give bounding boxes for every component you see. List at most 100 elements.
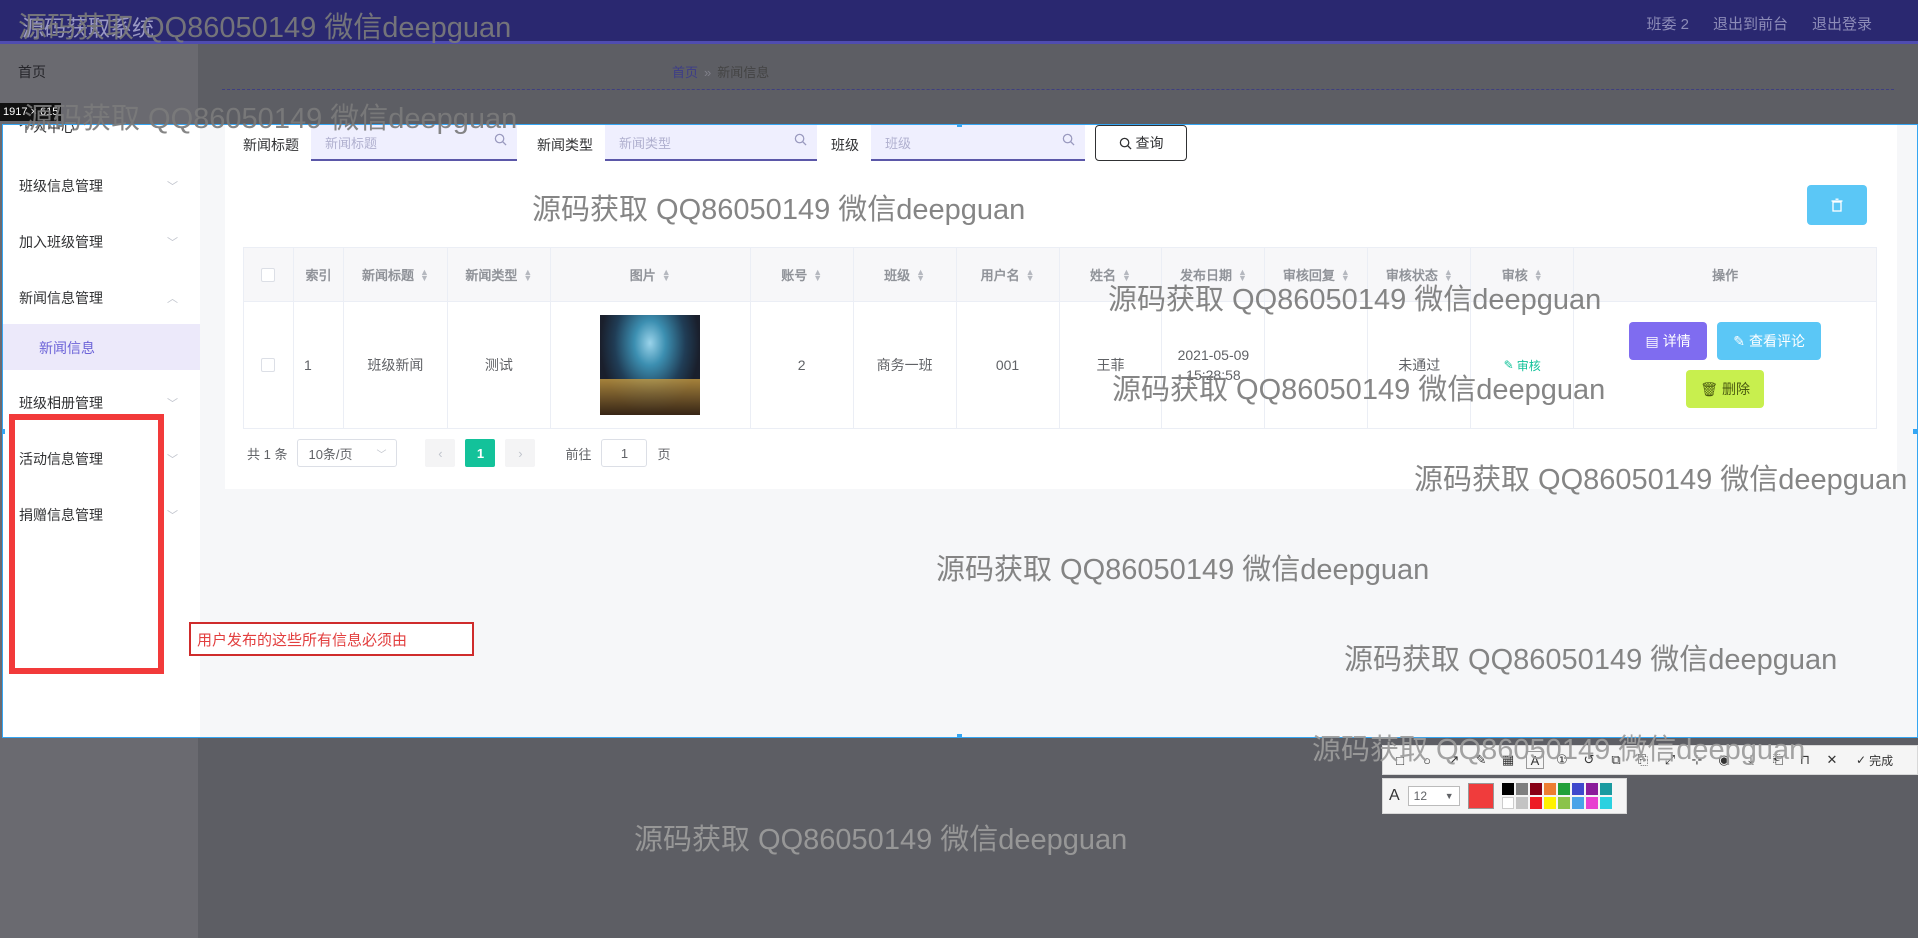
sort-icon[interactable]: ▲ ▼ bbox=[1026, 267, 1035, 282]
resize-handle[interactable] bbox=[957, 734, 962, 737]
color-swatch[interactable] bbox=[1585, 783, 1598, 795]
chevron-left-icon: ‹ bbox=[438, 445, 443, 461]
sort-icon[interactable]: ▲ ▼ bbox=[662, 267, 671, 282]
detail-icon: ▤ bbox=[1645, 332, 1659, 349]
annotation-rectangle[interactable] bbox=[9, 414, 164, 674]
header-cell[interactable]: 用户名 ▲ ▼ bbox=[957, 248, 1060, 301]
header-cell[interactable]: 新闻类型 ▲ ▼ bbox=[448, 248, 551, 301]
font-size-select[interactable]: 12 ▼ bbox=[1407, 786, 1460, 806]
breadcrumb-home[interactable]: 首页 bbox=[672, 65, 698, 80]
check-icon: ✓ bbox=[1856, 753, 1867, 767]
detail-button-label: 详情 bbox=[1662, 333, 1691, 349]
page-size-value: 10条/页 bbox=[308, 446, 353, 462]
breadcrumb: 首页 » 新闻信息 bbox=[672, 62, 769, 81]
delete-button[interactable]: 🗑︎ 删除 bbox=[1686, 370, 1765, 408]
close-icon[interactable]: ✕ bbox=[1823, 751, 1841, 769]
sidebar-item-class-info[interactable]: 班级信息管理 bbox=[19, 176, 103, 196]
breadcrumb-separator: » bbox=[704, 65, 712, 80]
page-size-select[interactable]: 10条/页 ﹀ bbox=[297, 439, 398, 467]
view-comments-button[interactable]: ✎ 查看评论 bbox=[1717, 322, 1822, 360]
cell-image bbox=[551, 302, 751, 428]
triangle-down-icon: ▼ bbox=[1444, 791, 1454, 801]
header-select-all[interactable] bbox=[244, 248, 294, 301]
query-button-label: 查询 bbox=[1135, 135, 1164, 151]
pagination-total: 共 1 条 bbox=[247, 446, 288, 462]
sort-icon[interactable]: ▲ ▼ bbox=[523, 267, 532, 282]
sidebar-item-album[interactable]: 班级相册管理 bbox=[19, 393, 103, 413]
color-swatch[interactable] bbox=[1501, 797, 1514, 809]
batch-delete-button[interactable] bbox=[1807, 185, 1867, 225]
header-cell[interactable]: 图片 ▲ ▼ bbox=[551, 248, 751, 301]
color-swatch[interactable] bbox=[1599, 783, 1612, 795]
color-swatch[interactable] bbox=[1515, 783, 1528, 795]
top-links: 班委 2 退出到前台 退出登录 bbox=[1646, 13, 1872, 34]
header-cell: 操作 bbox=[1574, 248, 1876, 301]
sidebar-item-join-class[interactable]: 加入班级管理 bbox=[19, 232, 103, 252]
cell-name: 王菲 bbox=[1060, 302, 1163, 428]
user-role-link[interactable]: 班委 2 bbox=[1646, 13, 1689, 34]
resize-handle[interactable] bbox=[957, 125, 962, 127]
query-button[interactable]: 查询 bbox=[1095, 125, 1187, 161]
cell-reply bbox=[1265, 302, 1369, 428]
row-select[interactable] bbox=[244, 302, 294, 428]
search-input-class[interactable]: 班级 bbox=[871, 125, 1085, 161]
checkbox[interactable] bbox=[261, 358, 276, 372]
sidebar-item-home[interactable]: 首页 bbox=[18, 62, 46, 82]
header-cell[interactable]: 新闻标题 ▲ ▼ bbox=[344, 248, 448, 301]
font-icon: A bbox=[1389, 787, 1400, 804]
sidebar-item-news[interactable]: 新闻信息管理 bbox=[19, 288, 103, 308]
checkbox[interactable] bbox=[261, 267, 276, 282]
color-swatch[interactable] bbox=[1529, 783, 1542, 795]
color-swatch[interactable] bbox=[1557, 783, 1570, 795]
color-swatch[interactable] bbox=[1557, 797, 1570, 809]
detail-button[interactable]: ▤ 详情 bbox=[1629, 322, 1708, 360]
search-label-class: 班级 bbox=[831, 137, 859, 153]
header-label: 账号 bbox=[781, 268, 808, 283]
search-icon bbox=[1062, 133, 1075, 146]
annotation-text-input[interactable]: 用户发布的这些所有信息必须由 bbox=[189, 622, 474, 656]
watermark: 源码获取 QQ86050149 微信deepguan bbox=[532, 194, 1026, 226]
watermark: 源码获取 QQ86050149 微信deepguan bbox=[1344, 644, 1838, 676]
page-number[interactable]: 1 bbox=[465, 439, 496, 467]
done-button[interactable]: ✓ 完成 bbox=[1856, 752, 1893, 769]
color-swatch[interactable] bbox=[1599, 797, 1612, 809]
sort-icon[interactable]: ▲ ▼ bbox=[916, 267, 925, 282]
color-swatch[interactable] bbox=[1571, 783, 1584, 795]
sort-icon[interactable]: ▲ ▼ bbox=[420, 267, 429, 282]
color-swatch[interactable] bbox=[1501, 783, 1514, 795]
logout-link[interactable]: 退出登录 bbox=[1812, 13, 1872, 34]
goto-page-input[interactable]: 1 bbox=[601, 439, 648, 467]
audit-link[interactable]: ✎ 审核 bbox=[1471, 302, 1575, 428]
chevron-down-icon: ﹀ bbox=[167, 237, 178, 249]
color-swatch[interactable] bbox=[1585, 797, 1598, 809]
goto-prefix: 前往 bbox=[565, 446, 592, 462]
color-swatch[interactable] bbox=[1543, 797, 1556, 809]
watermark: 源码获取 QQ86050149 微信deepguan bbox=[1312, 734, 1806, 766]
watermark: 源码获取 QQ86050149 微信deepguan bbox=[1108, 284, 1602, 316]
trash-icon bbox=[1831, 198, 1843, 212]
resize-handle[interactable] bbox=[3, 429, 5, 434]
delete-button-label: 删除 bbox=[1721, 381, 1750, 397]
header-cell[interactable]: 班级 ▲ ▼ bbox=[854, 248, 957, 301]
resize-handle[interactable] bbox=[1913, 429, 1917, 434]
edit-icon: ✎ bbox=[1733, 332, 1745, 349]
watermark: 源码获取 QQ86050149 微信deepguan bbox=[1112, 374, 1606, 406]
cell-class: 商务一班 bbox=[854, 302, 957, 428]
sort-icon[interactable]: ▲ ▼ bbox=[813, 267, 822, 282]
header-cell[interactable]: 账号 ▲ ▼ bbox=[751, 248, 854, 301]
news-table: 索引 新闻标题 ▲ ▼ 新闻类型 ▲ ▼ 图片 ▲ ▼ 账号 ▲ ▼ 班级 ▲ ▼ 用户名 ▲ ▼ 姓名… bbox=[243, 247, 1877, 429]
color-swatch[interactable] bbox=[1543, 783, 1556, 795]
back-to-front-link[interactable]: 退出到前台 bbox=[1713, 13, 1788, 34]
color-swatch[interactable] bbox=[1571, 797, 1584, 809]
cell-type: 测试 bbox=[448, 302, 551, 428]
chevron-down-icon: ﹀ bbox=[167, 454, 178, 466]
prev-page-button[interactable]: ‹ bbox=[425, 439, 456, 467]
color-swatch[interactable] bbox=[1529, 797, 1542, 809]
search-input-type[interactable]: 新闻类型 bbox=[605, 125, 817, 161]
news-image[interactable] bbox=[600, 315, 701, 415]
next-page-button[interactable]: › bbox=[505, 439, 536, 467]
chevron-right-icon: › bbox=[518, 445, 523, 461]
current-color-swatch[interactable] bbox=[1467, 783, 1494, 809]
color-swatch[interactable] bbox=[1515, 797, 1528, 809]
sidebar-subitem-news-info[interactable]: 新闻信息 bbox=[3, 324, 200, 370]
